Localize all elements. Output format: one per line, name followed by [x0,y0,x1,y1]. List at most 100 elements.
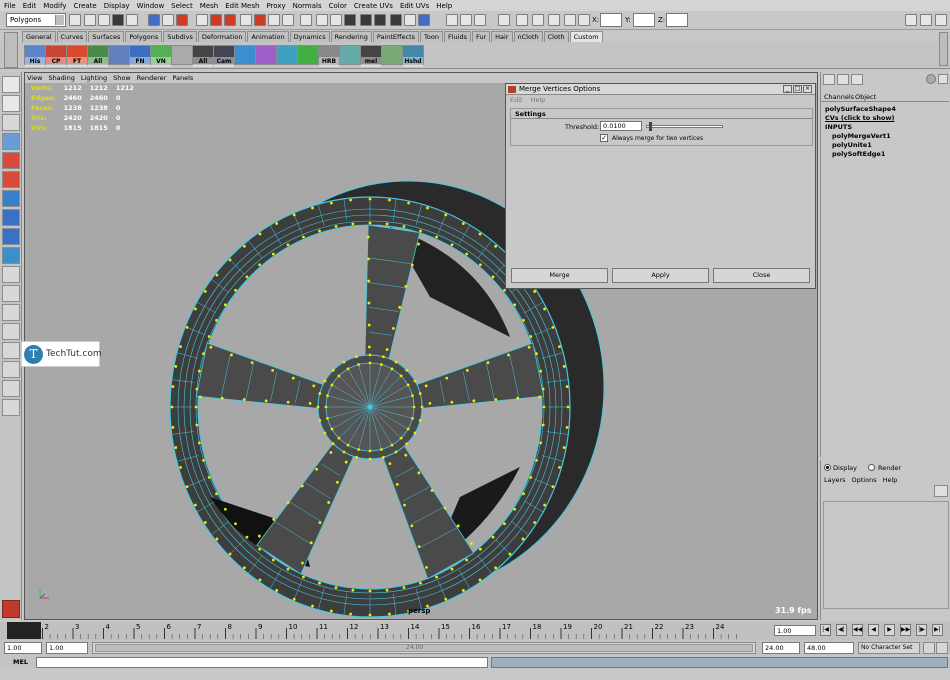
layer-menu-layers[interactable]: Layers [824,476,846,484]
current-frame-field[interactable]: 1.00 [774,625,816,636]
object-select-icon[interactable] [126,14,138,26]
render-radio[interactable] [868,464,875,471]
attribute-editor-icon[interactable] [920,14,932,26]
input-node-2[interactable]: polySoftEdge1 [832,150,885,158]
hypershade-layout-icon[interactable] [2,342,20,359]
render-settings-icon[interactable] [404,14,416,26]
tab-deformation[interactable]: Deformation [197,31,247,42]
hypershade-icon[interactable] [418,14,430,26]
shelf-button-all[interactable]: All [192,45,214,67]
tab-subdivs[interactable]: Subdivs [163,31,197,42]
scale-tool-icon[interactable] [2,171,20,188]
shelf-button-10[interactable] [234,45,256,65]
tab-hair[interactable]: Hair [491,31,513,42]
mode-selector[interactable]: Polygons [6,13,66,27]
shelf-button-17[interactable] [381,45,403,65]
step-forward-icon[interactable]: |▶ [916,624,927,636]
threshold-input[interactable]: 0.0100 [600,121,642,131]
layout-menu-icon[interactable] [2,399,20,416]
tab-dynamics[interactable]: Dynamics [289,31,330,42]
lasso-tool-icon[interactable] [2,95,20,112]
menu-proxy[interactable]: Proxy [266,2,285,10]
dialog-menu-edit[interactable]: Edit [510,96,523,104]
go-to-end-icon[interactable]: ▶| [932,624,943,636]
threshold-slider[interactable] [646,122,723,131]
step-forward-key-icon[interactable]: ▶▶ [900,624,911,636]
menu-select[interactable]: Select [171,2,193,10]
display-icon[interactable] [516,14,528,26]
anim-prefs-icon[interactable] [936,642,948,654]
single-pane-icon[interactable] [2,266,20,283]
hierarchy-icon[interactable] [112,14,124,26]
attribute-icon[interactable] [851,74,863,85]
shelf-button-4[interactable] [108,45,130,65]
outliner-layout-icon[interactable] [2,380,20,397]
history-icon[interactable] [300,14,312,26]
menu-file[interactable]: File [4,2,16,10]
tab-custom[interactable]: Custom [569,31,603,42]
animation-end-field[interactable]: 48.00 [804,642,854,654]
menu-modify[interactable]: Modify [43,2,66,10]
dialog-menu-help[interactable]: Help [531,96,546,104]
show-manip-icon[interactable] [2,228,20,245]
step-back-key-icon[interactable]: ◀◀ [852,624,863,636]
tab-painteffects[interactable]: PaintEffects [372,31,420,42]
menu-edit-uvs[interactable]: Edit UVs [400,2,429,10]
layer-editor-icon[interactable] [837,74,849,85]
input-node-1[interactable]: polyUnite1 [832,141,872,149]
settings-icon[interactable] [938,74,948,84]
display-radio[interactable] [824,464,831,471]
paint-select-icon[interactable] [2,114,20,131]
persp-graph-icon[interactable] [2,323,20,340]
y-coordinate-field[interactable] [633,13,655,27]
save-scene-icon[interactable] [98,14,110,26]
hub-center[interactable] [368,405,372,409]
playback-start-field[interactable]: 1.00 [46,642,88,654]
new-scene-icon[interactable] [69,14,81,26]
four-pane-icon[interactable] [2,285,20,302]
shelf-button-his[interactable]: His [24,45,46,67]
menu-create[interactable]: Create [73,2,96,10]
menu-edit-mesh[interactable]: Edit Mesh [225,2,259,10]
menu-mesh[interactable]: Mesh [200,2,218,10]
shelf-button-13[interactable] [297,45,319,65]
channel-box-icon[interactable] [823,74,835,85]
shelf-button-cam[interactable]: Cam [213,45,235,67]
menu-window[interactable]: Window [137,2,165,10]
vertex-icon[interactable] [162,14,174,26]
maximize-button[interactable]: □ [793,85,802,93]
graph-icon[interactable] [474,14,486,26]
open-scene-icon[interactable] [84,14,96,26]
shelf-button-hrb[interactable]: HRB [318,45,340,67]
current-frame-marker[interactable] [7,622,41,639]
object-tab[interactable]: Object [855,93,876,101]
shelf-button-hshd[interactable]: Hshd [402,45,424,67]
shelf-button-mel[interactable]: mel [360,45,382,67]
select-by-hierarchy-icon[interactable] [498,14,510,26]
outliner-icon[interactable] [460,14,472,26]
range-handle[interactable]: 24.00 [95,644,753,652]
component-select-icon[interactable] [148,14,160,26]
tab-cloth[interactable]: Cloth [543,31,569,42]
apply-button[interactable]: Apply [612,268,709,283]
snap-view-icon[interactable] [578,14,590,26]
soft-mod-icon[interactable] [2,209,20,226]
z-coordinate-field[interactable] [666,13,688,27]
shelf-button-fn[interactable]: FN [129,45,151,67]
minimize-button[interactable]: _ [783,85,792,93]
shelf-button-vn[interactable]: VN [150,45,172,67]
menu-display[interactable]: Display [104,2,130,10]
tab-animation[interactable]: Animation [247,31,289,42]
step-back-icon[interactable]: ◀| [836,624,847,636]
shelf-menu-handle[interactable] [4,32,18,68]
render-view-icon[interactable] [360,14,372,26]
menu-normals[interactable]: Normals [293,2,322,10]
tab-toon[interactable]: Toon [420,31,443,42]
persp-outliner-icon[interactable] [2,304,20,321]
channel-box-toggle-icon[interactable] [935,14,947,26]
light-icon[interactable] [548,14,560,26]
tab-rendering[interactable]: Rendering [330,31,372,42]
shelf-scroll[interactable] [939,32,948,66]
character-set-dropdown[interactable]: No Character Set [858,642,920,654]
tab-polygons[interactable]: Polygons [125,31,163,42]
